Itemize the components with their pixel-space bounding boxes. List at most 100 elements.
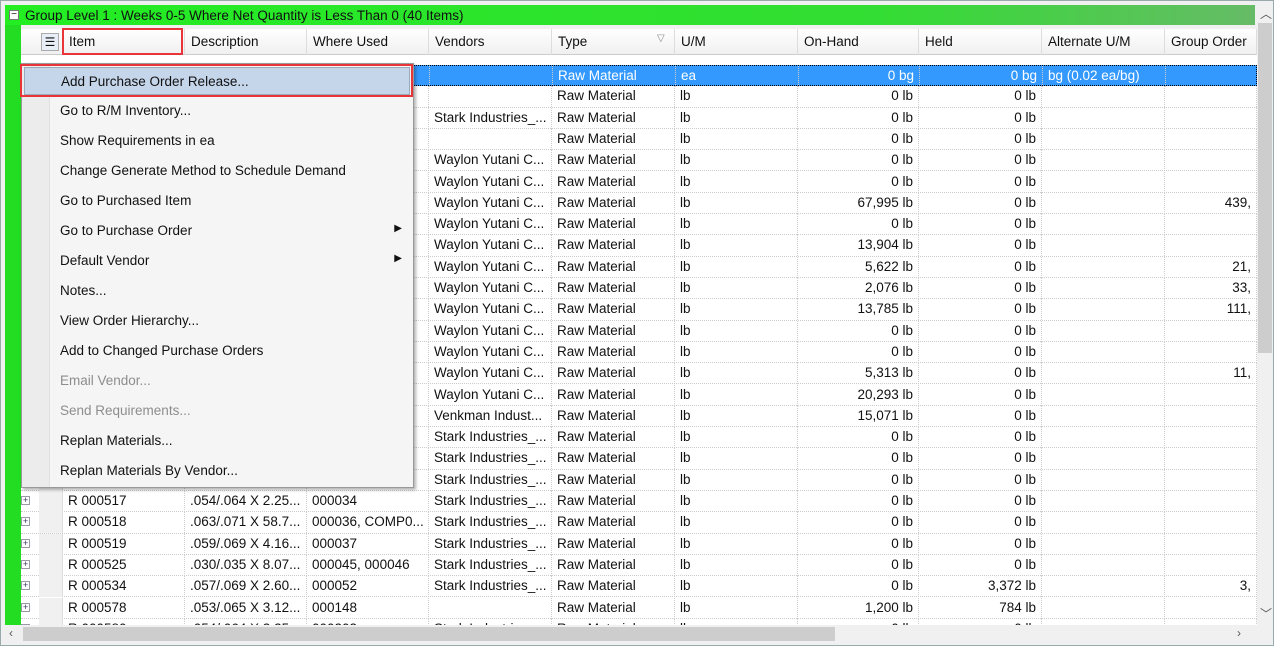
cell-held[interactable]: 0 bg: [920, 66, 1043, 87]
table-row[interactable]: + R 000517.054/.064 X 2.25... 000034 Stark …: [21, 491, 1257, 513]
cell-on-hand[interactable]: 0 lb: [798, 512, 919, 534]
cell-on-hand[interactable]: 0 lb: [798, 576, 919, 598]
cell-item[interactable]: R 000534: [63, 576, 185, 598]
cell-u-m[interactable]: lb: [675, 363, 798, 385]
cell-type[interactable]: Raw Material: [552, 448, 675, 470]
menu-item-go-to-purchase-order[interactable]: Go to Purchase Order ▶: [24, 217, 410, 245]
cell-item[interactable]: R 000525: [63, 554, 185, 576]
cell-u-m[interactable]: lb: [675, 150, 798, 172]
cell-group-order[interactable]: [1165, 384, 1257, 406]
cell-group-order[interactable]: [1165, 107, 1257, 129]
cell-group-order[interactable]: 3,: [1165, 576, 1257, 598]
cell-u-m[interactable]: lb: [675, 86, 798, 108]
cell-type[interactable]: Raw Material: [552, 171, 675, 193]
cell-u-m[interactable]: lb: [675, 512, 798, 534]
cell-group-order[interactable]: [1165, 469, 1257, 491]
cell-held[interactable]: 0 lb: [919, 341, 1042, 363]
row-selector[interactable]: [39, 512, 63, 534]
cell-vendors[interactable]: Stark Industries_...: [429, 427, 552, 449]
cell-held[interactable]: 0 lb: [919, 320, 1042, 342]
cell-group-order[interactable]: [1165, 448, 1257, 470]
row-selector[interactable]: [39, 491, 63, 512]
cell-where-used[interactable]: 000052: [307, 576, 429, 598]
cell-type[interactable]: Raw Material: [552, 192, 675, 214]
cell-on-hand[interactable]: 0 lb: [798, 128, 919, 150]
expand-row-icon[interactable]: +: [21, 538, 30, 548]
cell-u-m[interactable]: lb: [675, 597, 798, 619]
cell-alternate-u-m[interactable]: [1042, 256, 1165, 278]
cell-type[interactable]: Raw Material: [552, 320, 675, 342]
cell-alternate-u-m[interactable]: [1042, 214, 1165, 236]
cell-on-hand[interactable]: 15,071 lb: [798, 405, 919, 427]
menu-item-add-to-changed-purchase-orders[interactable]: Add to Changed Purchase Orders: [24, 337, 410, 365]
cell-on-hand[interactable]: 0 lb: [798, 320, 919, 342]
cell-vendors[interactable]: Waylon Yutani C...: [429, 363, 552, 385]
horizontal-scroll-thumb[interactable]: [23, 627, 835, 641]
cell-on-hand[interactable]: 0 lb: [798, 150, 919, 172]
cell-type[interactable]: Raw Material: [552, 533, 675, 555]
expand-row-icon[interactable]: +: [21, 517, 30, 527]
cell-description[interactable]: .063/.071 X 58.7...: [185, 512, 307, 534]
cell-vendors[interactable]: Stark Industries_...: [429, 576, 552, 598]
collapse-group-icon[interactable]: −: [9, 10, 19, 20]
cell-held[interactable]: 0 lb: [919, 256, 1042, 278]
cell-type[interactable]: Raw Material: [552, 86, 675, 108]
cell-alternate-u-m[interactable]: [1042, 107, 1165, 129]
cell-held[interactable]: 0 lb: [919, 491, 1042, 512]
cell-item[interactable]: R 000578: [63, 597, 185, 619]
cell-group-order[interactable]: 33,: [1165, 278, 1257, 299]
cell-alternate-u-m[interactable]: [1042, 405, 1165, 427]
cell-group-order[interactable]: [1165, 554, 1257, 576]
cell-on-hand[interactable]: 0 lb: [798, 491, 919, 512]
cell-vendors[interactable]: Waylon Yutani C...: [429, 278, 552, 299]
cell-type[interactable]: Raw Material: [553, 66, 676, 87]
cell-u-m[interactable]: lb: [675, 469, 798, 491]
cell-alternate-u-m[interactable]: [1042, 554, 1165, 576]
cell-vendors[interactable]: Stark Industries_...: [429, 107, 552, 129]
cell-group-order[interactable]: [1165, 512, 1257, 534]
cell-description[interactable]: .057/.069 X 2.60...: [185, 576, 307, 598]
cell-u-m[interactable]: lb: [675, 235, 798, 257]
cell-u-m[interactable]: lb: [675, 533, 798, 555]
cell-held[interactable]: 0 lb: [919, 128, 1042, 150]
cell-alternate-u-m[interactable]: [1042, 278, 1165, 299]
cell-on-hand[interactable]: 1,200 lb: [798, 597, 919, 619]
cell-on-hand[interactable]: 67,995 lb: [798, 192, 919, 214]
cell-alternate-u-m[interactable]: [1042, 320, 1165, 342]
cell-held[interactable]: 0 lb: [919, 363, 1042, 385]
cell-group-order[interactable]: 111,: [1165, 299, 1257, 321]
cell-group-order[interactable]: [1165, 341, 1257, 363]
cell-type[interactable]: Raw Material: [552, 150, 675, 172]
table-row[interactable]: + R 000578.053/.065 X 3.12... 000148 Raw Ma…: [21, 597, 1257, 619]
cell-on-hand[interactable]: 0 lb: [798, 448, 919, 470]
cell-held[interactable]: 784 lb: [919, 597, 1042, 619]
cell-on-hand[interactable]: 0 lb: [798, 214, 919, 236]
cell-group-order[interactable]: [1165, 427, 1257, 449]
cell-on-hand[interactable]: 0 lb: [798, 469, 919, 491]
cell-type[interactable]: Raw Material: [552, 554, 675, 576]
cell-type[interactable]: Raw Material: [552, 576, 675, 598]
cell-where-used[interactable]: 000037: [307, 533, 429, 555]
expand-row-icon[interactable]: +: [21, 496, 30, 505]
cell-group-order[interactable]: [1166, 66, 1257, 87]
cell-vendors[interactable]: [429, 86, 552, 108]
cell-description[interactable]: .053/.065 X 3.12...: [185, 597, 307, 619]
cell-item[interactable]: R 000517: [63, 491, 185, 512]
cell-vendors[interactable]: Stark Industries_...: [429, 491, 552, 512]
cell-held[interactable]: 0 lb: [919, 235, 1042, 257]
cell-vendors[interactable]: [430, 66, 553, 87]
cell-type[interactable]: Raw Material: [552, 214, 675, 236]
menu-item-go-to-purchased-item[interactable]: Go to Purchased Item: [24, 187, 410, 215]
row-selector[interactable]: [39, 554, 63, 576]
menu-item-view-order-hierarchy[interactable]: View Order Hierarchy...: [24, 307, 410, 335]
cell-vendors[interactable]: Waylon Yutani C...: [429, 256, 552, 278]
cell-held[interactable]: 3,372 lb: [919, 576, 1042, 598]
cell-alternate-u-m[interactable]: [1042, 192, 1165, 214]
cell-type[interactable]: Raw Material: [552, 512, 675, 534]
cell-group-order[interactable]: [1165, 235, 1257, 257]
cell-type[interactable]: Raw Material: [552, 427, 675, 449]
cell-u-m[interactable]: lb: [675, 256, 798, 278]
group-header[interactable]: − Group Level 1 : Weeks 0-5 Where Net Qu…: [5, 5, 1255, 25]
cell-held[interactable]: 0 lb: [919, 214, 1042, 236]
table-row[interactable]: + R 000519.059/.069 X 4.16... 000037 Stark …: [21, 533, 1257, 555]
